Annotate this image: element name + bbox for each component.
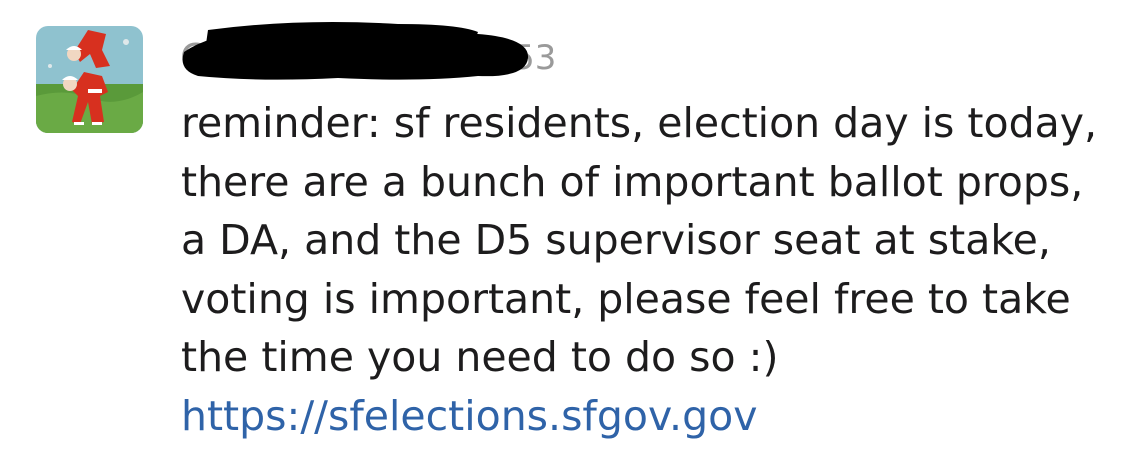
redaction-mark: [182, 22, 529, 80]
avatar[interactable]: [36, 26, 143, 133]
election-link[interactable]: https://sfelections.sfgov.gov: [181, 392, 757, 440]
avatar-illustration-icon: [36, 26, 143, 133]
message-body: reminder: sf residents, election day is …: [181, 94, 1101, 445]
message-text: reminder: sf residents, election day is …: [181, 99, 1098, 381]
message-header: C 6:53: [180, 18, 600, 82]
